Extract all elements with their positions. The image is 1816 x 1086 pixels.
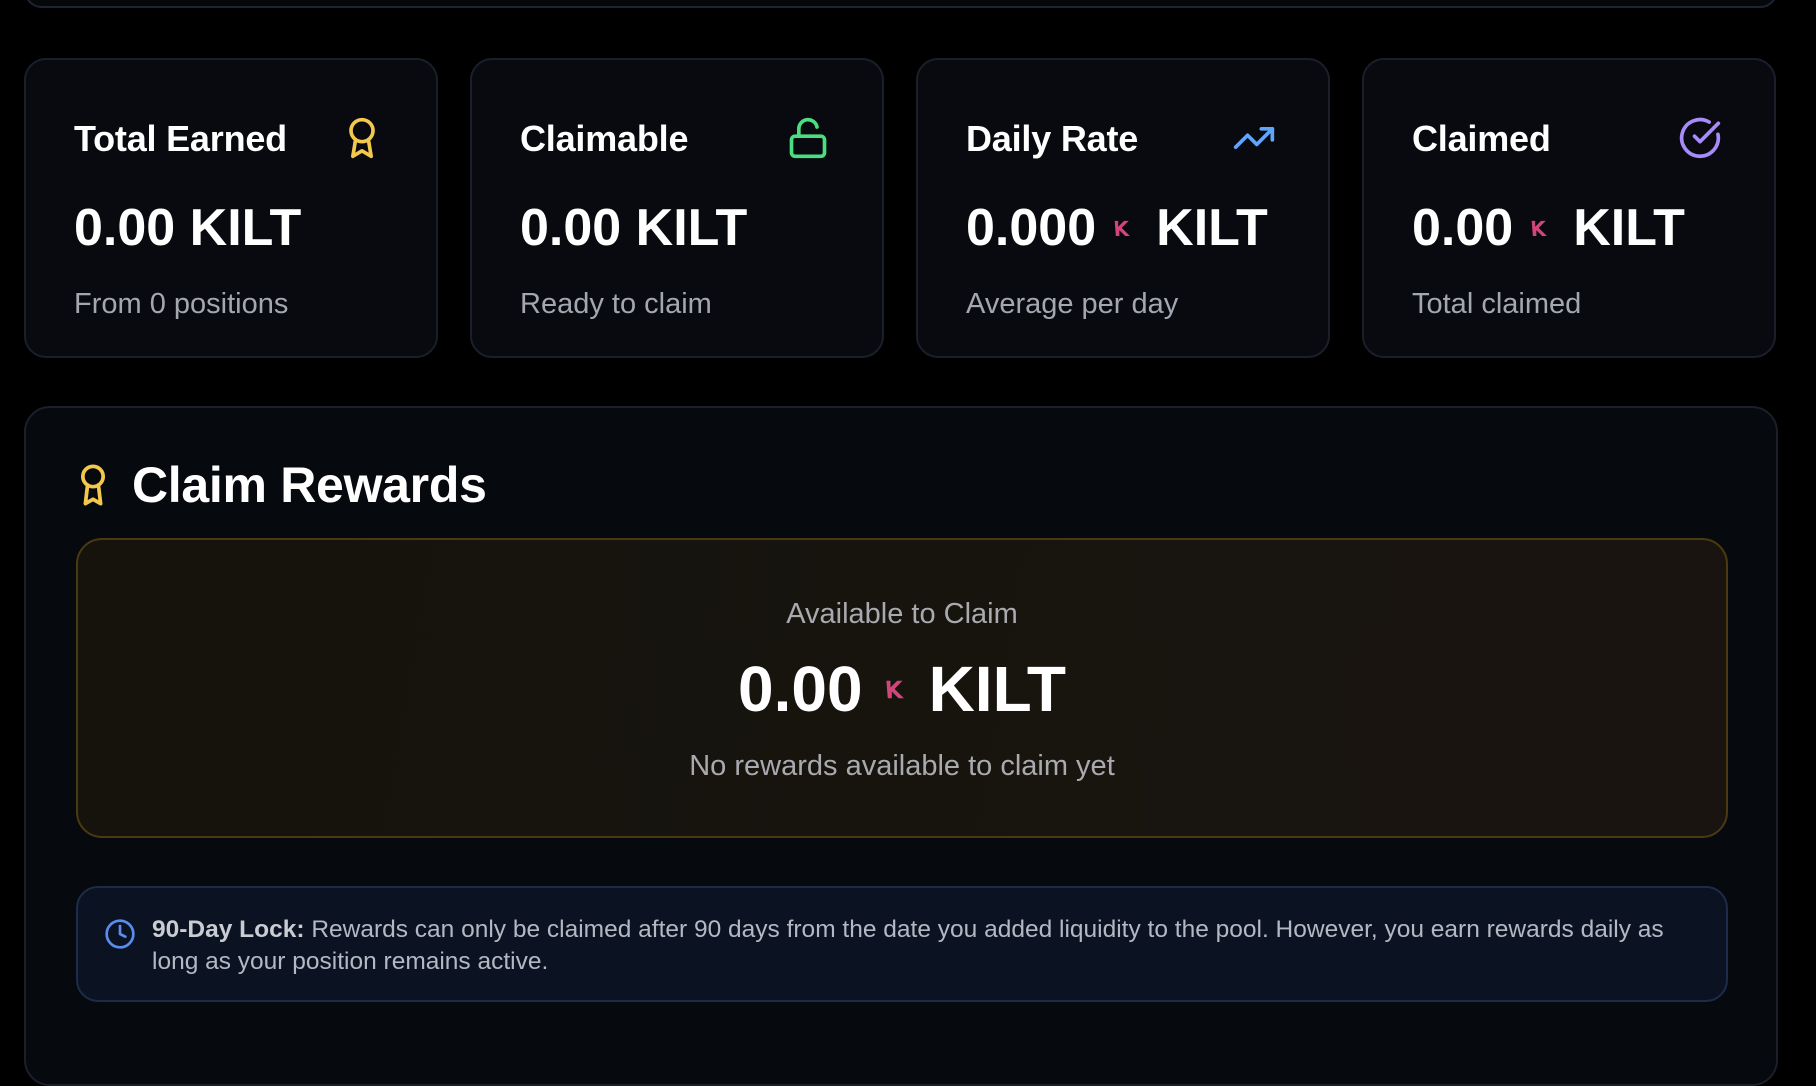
claim-rewards-heading: Claim Rewards [132,457,487,513]
available-unit: KILT [928,653,1066,725]
kilt-logo-icon [1531,220,1548,237]
lock-notice-text: 90-Day Lock: Rewards can only be claimed… [152,914,1712,978]
stats-row: Total Earned 0.00 KILT From 0 positions … [24,58,1778,358]
claimed-title: Claimed [1412,118,1551,159]
claimed-value: 0.00 KILT [1412,198,1685,258]
available-amount-row: 0.00 KILT [78,652,1726,726]
claimable-sub: Ready to claim [520,288,712,320]
total-earned-value: 0.00 KILT [74,198,301,258]
daily-rate-amount: 0.000 [966,199,1097,257]
check-circle-icon [1679,117,1721,159]
daily-rate-value: 0.000 KILT [966,198,1268,258]
daily-rate-card: Daily Rate 0.000 KILT Average per day [916,58,1330,358]
daily-rate-sub: Average per day [966,288,1179,320]
lock-notice-body: Rewards can only be claimed after 90 day… [152,916,1664,975]
available-to-claim-box: Available to Claim 0.00 KILT No rewards … [76,538,1728,838]
daily-rate-title: Daily Rate [966,118,1139,159]
claimable-amount: 0.00 KILT [520,199,748,257]
daily-rate-unit: KILT [1156,199,1268,257]
claimed-amount: 0.00 [1412,199,1514,257]
award-icon [349,117,375,159]
unlock-icon [789,117,827,159]
available-label: Available to Claim [786,598,1018,630]
lock-notice-title: 90-Day Lock: [152,916,305,943]
total-earned-title: Total Earned [74,118,287,159]
top-panel [24,0,1778,8]
claimable-value: 0.00 KILT [520,198,747,258]
lock-notice: 90-Day Lock: Rewards can only be claimed… [76,886,1728,1002]
claimable-title: Claimable [520,118,689,159]
total-earned-card: Total Earned 0.00 KILT From 0 positions [24,58,438,358]
total-earned-sub: From 0 positions [74,288,289,320]
claimed-card: Claimed 0.00 KILT Total claimed [1362,58,1776,358]
kilt-logo-icon [1114,220,1131,237]
total-earned-amount: 0.00 KILT [74,199,302,257]
trending-up-icon [1233,127,1275,149]
claim-rewards-panel: Claim Rewards Available to Claim 0.00 KI… [24,406,1778,1086]
kilt-logo-icon [885,680,904,699]
award-icon [80,464,106,506]
available-amount: 0.00 [738,653,863,725]
clock-icon [105,919,135,949]
claimed-unit: KILT [1573,199,1685,257]
no-rewards-note: No rewards available to claim yet [689,750,1115,782]
claimed-sub: Total claimed [1412,288,1582,320]
claimable-card: Claimable 0.00 KILT Ready to claim [470,58,884,358]
claim-rewards-header: Claim Rewards [76,456,487,514]
